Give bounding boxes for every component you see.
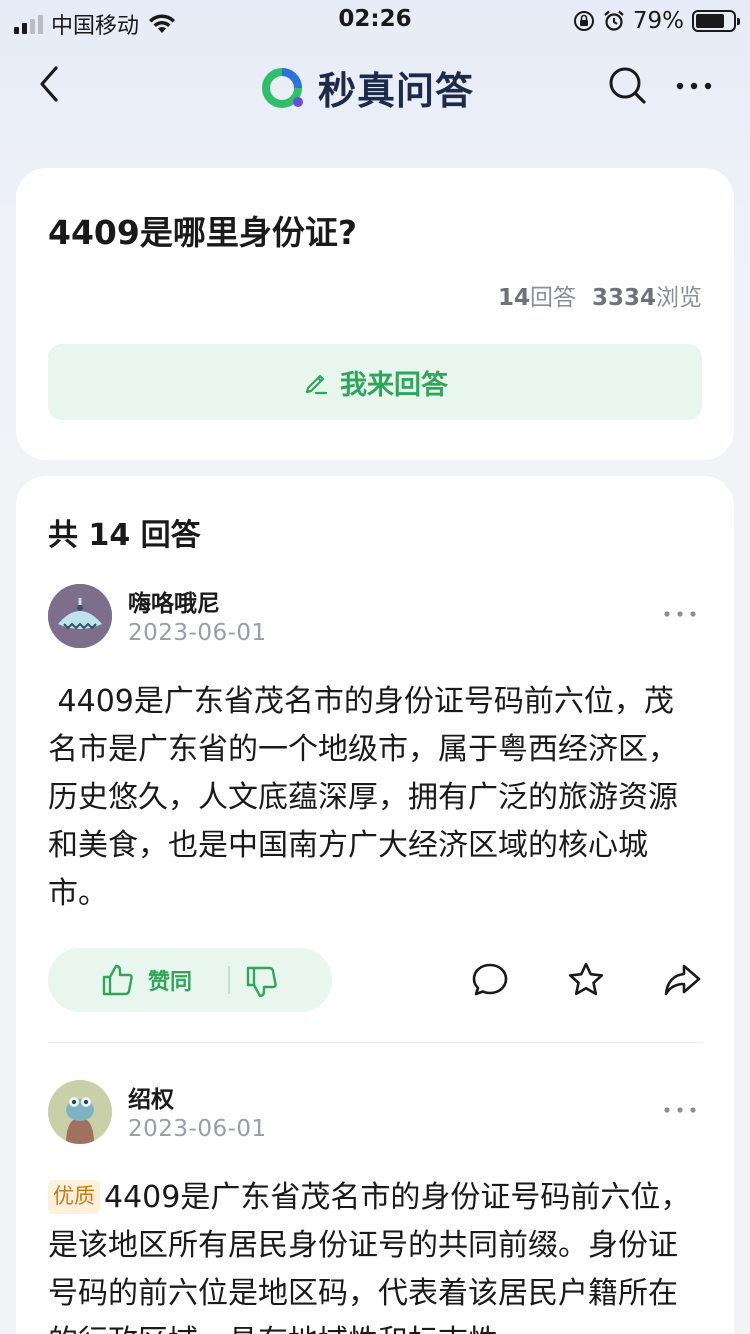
question-title: 4409是哪里身份证? — [48, 213, 357, 252]
monster-avatar-icon — [48, 1080, 112, 1144]
answers-count: 14 — [497, 285, 530, 311]
avatar[interactable] — [48, 584, 112, 648]
answer-date: 2023-06-01 — [128, 1116, 267, 1142]
question-card: 4409是哪里身份证? 14回答 3334浏览 我来回答 — [16, 168, 734, 460]
vote-group: 赞同 — [48, 948, 332, 1012]
brand: 秒真问答 — [260, 60, 474, 115]
author-name[interactable]: 嗨咯哦尼 — [128, 584, 220, 618]
search-icon[interactable] — [606, 64, 650, 108]
rotation-lock-icon — [573, 11, 594, 31]
monster-avatar-icon — [48, 584, 112, 648]
divider — [48, 1042, 702, 1043]
views-count: 3334 — [591, 285, 656, 311]
write-answer-button[interactable]: 我来回答 — [48, 344, 702, 420]
share-icon[interactable] — [662, 960, 702, 1000]
star-icon[interactable] — [566, 960, 606, 1000]
comment-icon[interactable] — [470, 960, 510, 1000]
views-stat: 3334浏览 — [592, 278, 702, 312]
battery-percent: 79% — [632, 8, 684, 34]
brand-logo-icon — [262, 67, 303, 108]
more-horizontal-icon[interactable] — [672, 64, 716, 108]
pen-icon — [305, 374, 328, 395]
avatar[interactable] — [48, 1080, 112, 1144]
answer-actions: 赞同 — [48, 948, 702, 1012]
answer-item: 绍权 2023-06-01 优质 4409是广东省茂名市的身份证号码前六位，是该地… — [48, 1080, 702, 1334]
thumbs-up-icon[interactable] — [100, 962, 136, 998]
quality-badge: 优质 — [48, 1180, 100, 1214]
write-answer-label: 我来回答 — [340, 369, 448, 401]
like-label[interactable]: 赞同 — [148, 964, 192, 996]
answers-heading-count: 14 — [88, 518, 131, 553]
answers-card: 共 14 回答 嗨咯哦尼 2023-06-01 4409是广东省茂名市的身份证号… — [16, 476, 734, 1334]
answer-body: 4409是广东省茂名市的身份证号码前六位，是该地区所有居民身份证号的共同前缀。身… — [48, 1180, 691, 1334]
status-bar: 中国移动 02:26 79% — [0, 0, 750, 40]
question-stats: 14回答 3334浏览 — [498, 278, 702, 312]
answer-date: 2023-06-01 — [128, 620, 267, 646]
nav-bar: 秒真问答 — [0, 44, 750, 124]
answers-label: 回答 — [529, 285, 576, 311]
answer-item: 嗨咯哦尼 2023-06-01 4409是广东省茂名市的身份证号码前六位，茂名市… — [48, 584, 702, 1044]
more-horizontal-icon[interactable] — [662, 606, 698, 622]
battery-icon — [692, 10, 740, 32]
alarm-icon — [604, 10, 624, 31]
thumbs-down-icon[interactable] — [244, 964, 280, 1000]
answers-heading: 共 14 回答 — [48, 510, 201, 554]
views-label: 浏览 — [656, 285, 702, 311]
vote-separator — [228, 966, 230, 994]
answer-body: 4409是广东省茂名市的身份证号码前六位，茂名市是广东省的一个地级市，属于粤西经… — [48, 684, 678, 911]
answers-stat: 14回答 — [498, 278, 576, 312]
answers-heading-suffix: 回答 — [140, 518, 201, 553]
answers-heading-prefix: 共 — [48, 518, 78, 553]
brand-name: 秒真问答 — [318, 69, 475, 113]
author-name[interactable]: 绍权 — [128, 1080, 174, 1114]
answer-text: 4409是广东省茂名市的身份证号码前六位，茂名市是广东省的一个地级市，属于粤西经… — [48, 678, 698, 918]
battery-level — [696, 14, 725, 28]
status-right: 79% — [573, 8, 740, 34]
more-horizontal-icon[interactable] — [662, 1102, 698, 1118]
back-icon[interactable] — [30, 62, 70, 106]
answer-text: 优质 4409是广东省茂名市的身份证号码前六位，是该地区所有居民身份证号的共同前缀… — [48, 1174, 698, 1334]
